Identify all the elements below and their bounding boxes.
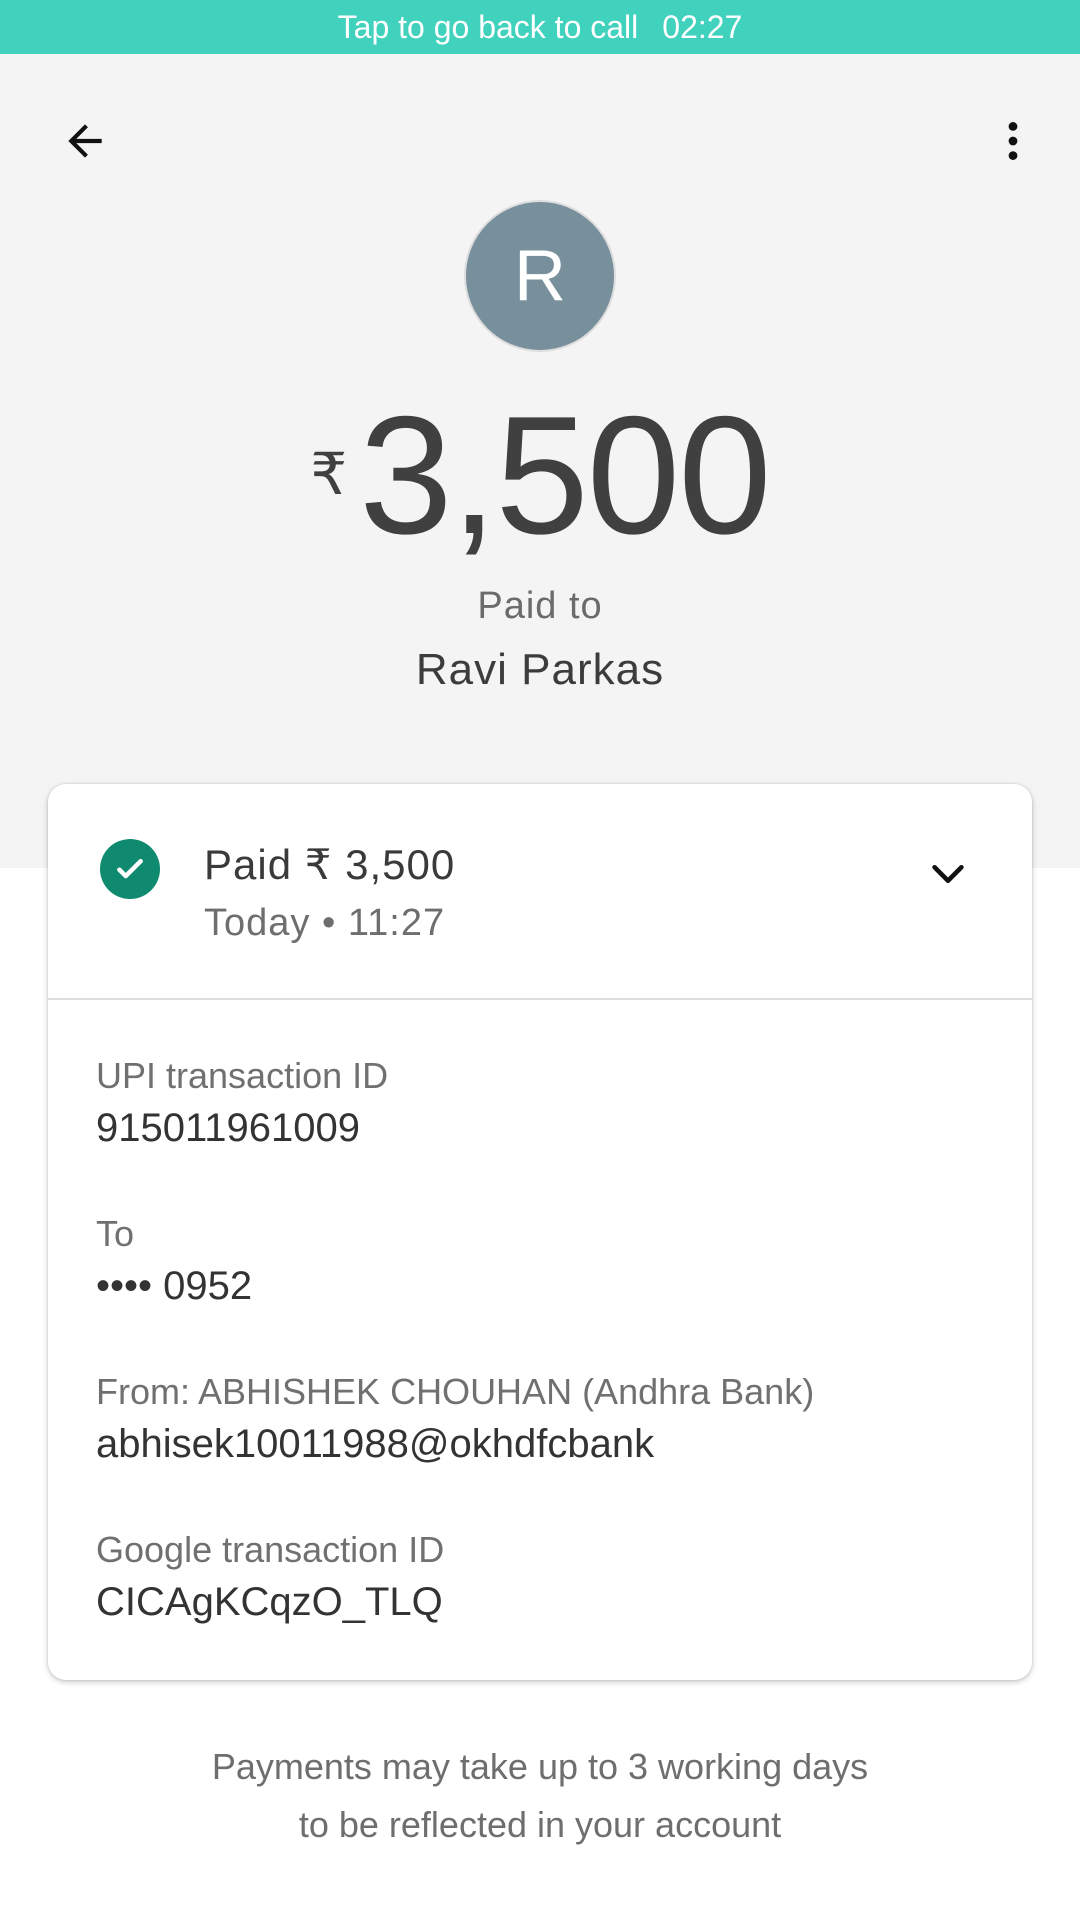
from-account-section: From: ABHISHEK CHOUHAN (Andhra Bank) abh…	[96, 1370, 814, 1472]
settlement-note-line-2: to be reflected in your account	[298, 1804, 782, 1845]
to-label: To	[96, 1213, 135, 1254]
payee-name: Ravi Parkas	[415, 645, 665, 694]
payment-timestamp: Today • 11:27	[204, 902, 446, 944]
expand-details-button[interactable]	[918, 844, 978, 904]
to-account-section: To •••• 0952	[96, 1212, 252, 1314]
from-label: From: ABHISHEK CHOUHAN (Andhra Bank)	[96, 1371, 815, 1412]
more-options-button[interactable]	[978, 106, 1048, 176]
return-to-call-bar[interactable]: Tap to go back to call 02:27	[0, 0, 1080, 54]
paid-to-label: Paid to	[477, 585, 603, 627]
google-transaction-id-label: Google transaction ID	[96, 1529, 445, 1570]
chevron-down-icon	[932, 864, 964, 884]
arrow-back-icon	[68, 124, 102, 158]
transaction-details-card: Paid ₹ 3,500 Today • 11:27 UPI transacti…	[48, 784, 1032, 1680]
upi-transaction-id-label: UPI transaction ID	[96, 1055, 389, 1096]
settlement-note: Payments may take up to 3 working days t…	[0, 1738, 1080, 1854]
payment-status-title: Paid ₹ 3,500	[204, 841, 456, 888]
settlement-note-line-1: Payments may take up to 3 working days	[211, 1746, 869, 1787]
google-transaction-id-section: Google transaction ID CICAgKCqzO_TLQ	[96, 1528, 444, 1630]
payee-avatar: R	[464, 200, 616, 352]
more-vert-icon	[1008, 122, 1018, 160]
from-upi-id-value: abhisek10011988@okhdfcbank	[96, 1422, 655, 1466]
avatar-initial: R	[514, 236, 566, 316]
back-button[interactable]	[50, 106, 120, 176]
payment-status-row[interactable]: Paid ₹ 3,500 Today • 11:27	[48, 784, 1032, 1000]
upi-transaction-id-section: UPI transaction ID 915011961009	[96, 1054, 388, 1156]
google-transaction-id-value: CICAgKCqzO_TLQ	[96, 1580, 443, 1624]
payment-amount: ₹ 3,500	[0, 390, 1080, 560]
return-to-call-text: Tap to go back to call	[337, 8, 639, 45]
to-account-value: •••• 0952	[96, 1264, 253, 1308]
currency-symbol: ₹	[310, 442, 348, 507]
amount-value: 3,500	[359, 381, 771, 569]
upi-transaction-id-value: 915011961009	[96, 1106, 360, 1150]
check-circle-icon	[100, 839, 160, 899]
call-duration: 02:27	[662, 8, 743, 45]
